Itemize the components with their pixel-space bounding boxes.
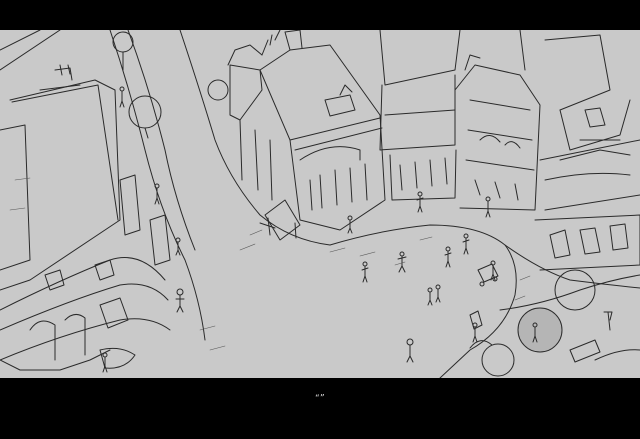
storyboard-frame [0, 30, 640, 378]
town-square-sketch [0, 30, 640, 378]
letterbox-top [0, 0, 640, 30]
letterbox-bottom [0, 378, 640, 439]
subtitle-text: “” [314, 394, 326, 404]
